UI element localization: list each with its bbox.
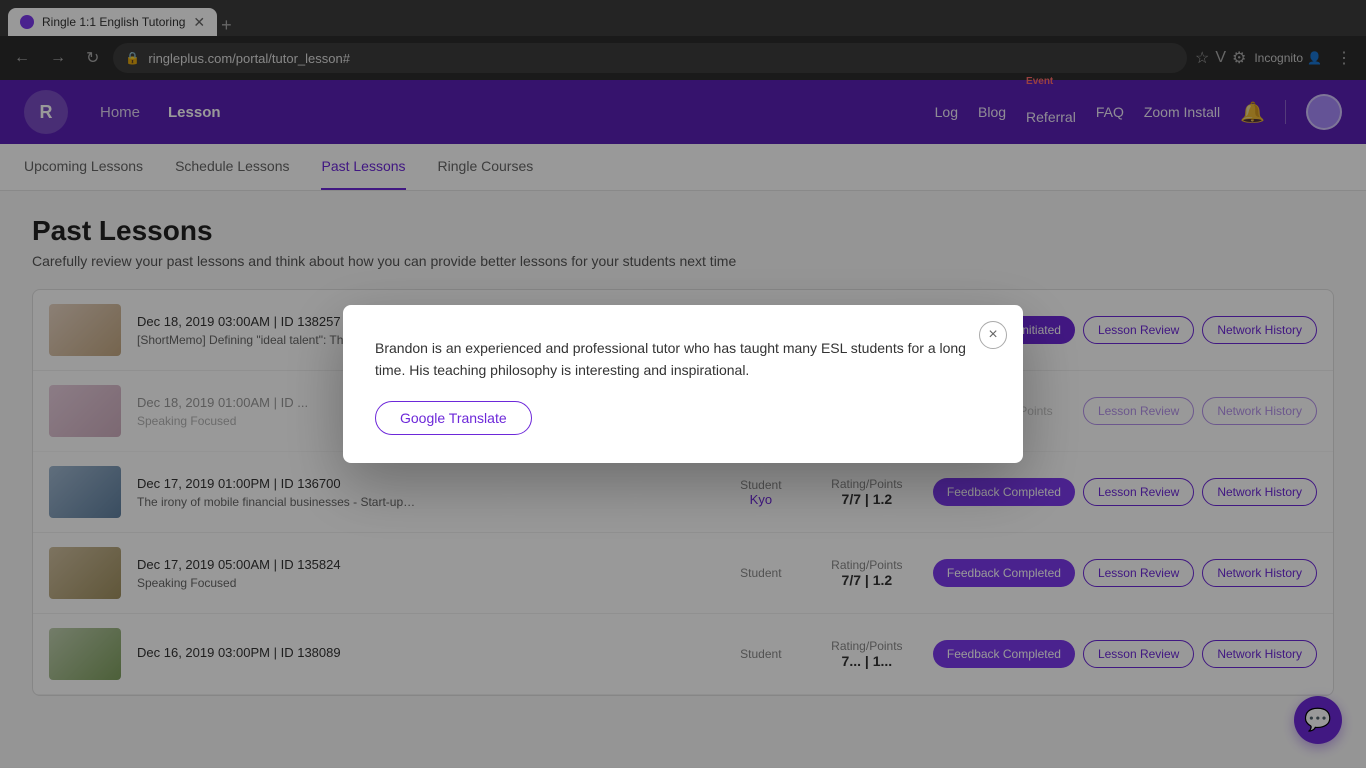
google-translate-button[interactable]: Google Translate (375, 401, 532, 435)
modal-overlay[interactable]: × Brandon is an experienced and professi… (0, 0, 1366, 768)
modal-text: Brandon is an experienced and profession… (375, 337, 991, 382)
modal-close-button[interactable]: × (979, 321, 1007, 349)
modal-box: × Brandon is an experienced and professi… (343, 305, 1023, 464)
